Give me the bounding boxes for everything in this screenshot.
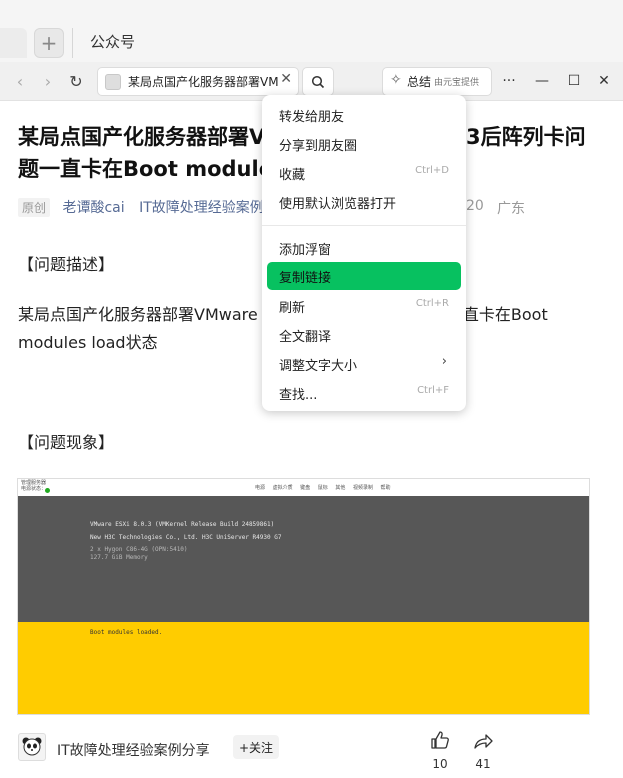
like-button[interactable]: 10 <box>425 729 455 771</box>
menu-separator <box>262 225 466 226</box>
maximize-button[interactable]: ☐ <box>563 70 585 92</box>
menu-item-copy-link[interactable]: 复制链接 <box>267 262 461 290</box>
console-screen: VMware ESXi 8.0.3 (VMKernel Release Buil… <box>18 496 589 622</box>
menu-item-favorite[interactable]: 收藏 Ctrl+D <box>267 159 461 187</box>
console-line: VMware ESXi 8.0.3 (VMKernel Release Buil… <box>90 521 275 528</box>
share-count: 41 <box>475 757 491 771</box>
search-icon <box>311 75 325 88</box>
console-menu: 电源 虚拟介质 键盘 鼠标 其他 视频录制 帮助 <box>255 485 391 491</box>
close-page-button[interactable]: ✕ <box>280 71 292 87</box>
menu-item-shortcut: Ctrl+D <box>415 165 449 176</box>
share-arrow-icon <box>474 734 493 749</box>
console-line: New H3C Technologies Co., Ltd. H3C UniSe… <box>90 534 282 541</box>
menu-item-label: 使用默认浏览器打开 <box>279 197 397 212</box>
section-heading-symptom: 【问题现象】 <box>18 433 115 452</box>
menu-item-shortcut: Ctrl+R <box>415 298 449 309</box>
original-badge: 原创 <box>18 198 51 217</box>
power-status-icon <box>45 488 50 493</box>
console-line: 127.7 GiB Memory <box>90 554 148 561</box>
menu-item-open-default-browser[interactable]: 使用默认浏览器打开 <box>267 188 461 216</box>
author-link[interactable]: 老谭酸cai <box>62 200 124 216</box>
account-favicon-icon <box>105 74 121 90</box>
menu-item-refresh[interactable]: 刷新 Ctrl+R <box>267 292 461 320</box>
follow-button[interactable]: +关注 <box>233 735 279 759</box>
thumbs-up-icon <box>431 731 449 749</box>
menu-item-shortcut: Ctrl+F <box>417 385 449 396</box>
console-screenshot[interactable]: 管理服务器 电源状态： 电源 虚拟介质 键盘 鼠标 其他 视频录制 帮助 VMw… <box>17 478 590 715</box>
forward-icon: › <box>44 71 52 91</box>
menu-item-label: 调整文字大小 <box>279 359 358 374</box>
share-button[interactable]: 41 <box>468 729 498 771</box>
back-icon: ‹ <box>16 71 24 91</box>
menu-item-label: 转发给朋友 <box>279 110 345 125</box>
account-avatar[interactable] <box>18 733 46 761</box>
menu-item-label: 刷新 <box>279 301 306 316</box>
console-header-title: 管理服务器 电源状态： <box>21 480 47 492</box>
maximize-icon: ☐ <box>567 73 581 89</box>
previous-tab[interactable] <box>0 28 27 58</box>
forward-button[interactable]: › <box>38 71 58 91</box>
back-button[interactable]: ‹ <box>10 71 30 91</box>
menu-item-forward-to-friend[interactable]: 转发给朋友 <box>267 101 461 129</box>
tab-official-accounts[interactable]: 公众号 <box>90 31 135 52</box>
tab-strip: + 公众号 <box>0 0 623 63</box>
menu-item-label: 添加浮窗 <box>279 243 332 258</box>
search-button[interactable] <box>302 67 334 96</box>
chevron-right-icon: › <box>441 354 447 369</box>
minimize-icon: — <box>535 73 549 89</box>
address-tab[interactable]: 某局点国产化服务器部署VMware ESXi 8.0U3 ✕ <box>97 67 299 96</box>
like-count: 10 <box>432 757 448 771</box>
article-footer: IT故障处理经验案例分享 +关注 10 41 <box>0 721 623 778</box>
menu-item-label: 分享到朋友圈 <box>279 139 358 154</box>
menu-item-text-size[interactable]: 调整文字大小 › <box>267 350 461 378</box>
console-header: 管理服务器 电源状态： 电源 虚拟介质 键盘 鼠标 其他 视频录制 帮助 <box>18 479 589 495</box>
more-icon: ··· <box>502 73 516 89</box>
publish-date: 20 <box>466 198 484 214</box>
tab-divider <box>72 28 73 58</box>
section-heading-description: 【问题描述】 <box>18 255 115 274</box>
context-menu: 转发给朋友 分享到朋友圈 收藏 Ctrl+D 使用默认浏览器打开 添加浮窗 复制… <box>262 95 466 411</box>
menu-item-translate[interactable]: 全文翻译 <box>267 321 461 349</box>
new-tab-button[interactable]: + <box>34 28 64 58</box>
menu-item-share-to-moments[interactable]: 分享到朋友圈 <box>267 130 461 158</box>
close-icon: ✕ <box>598 73 610 89</box>
menu-item-label: 收藏 <box>279 168 306 183</box>
menu-item-label: 查找... <box>279 388 318 403</box>
summary-label: 总结 <box>407 75 432 89</box>
panda-avatar-icon <box>22 737 42 756</box>
boot-status-line: Boot modules loaded. <box>90 629 163 636</box>
summary-button[interactable]: ✧ 总结 由元宝提供 <box>382 67 492 96</box>
account-name[interactable]: IT故障处理经验案例分享 <box>57 740 210 760</box>
console-line: 2 x Hygon C86-4G (OPN:5410) <box>90 546 188 553</box>
menu-item-add-floating-window[interactable]: 添加浮窗 <box>267 234 461 262</box>
refresh-icon: ↻ <box>69 71 83 91</box>
menu-item-find[interactable]: 查找... Ctrl+F <box>267 379 461 407</box>
summary-provider: 由元宝提供 <box>434 78 480 88</box>
publish-location: 广东 <box>497 201 525 217</box>
address-text: 某局点国产化服务器部署VMware ESXi 8.0U3 <box>128 75 278 89</box>
more-button[interactable]: ··· <box>498 70 520 92</box>
summary-sparkle-icon: ✧ <box>390 72 402 88</box>
menu-item-label: 全文翻译 <box>279 330 332 345</box>
console-status-area: Boot modules loaded. <box>18 622 589 714</box>
close-window-button[interactable]: ✕ <box>593 70 615 92</box>
menu-item-label: 复制链接 <box>279 271 332 286</box>
refresh-button[interactable]: ↻ <box>66 71 86 91</box>
minimize-button[interactable]: — <box>531 70 553 92</box>
